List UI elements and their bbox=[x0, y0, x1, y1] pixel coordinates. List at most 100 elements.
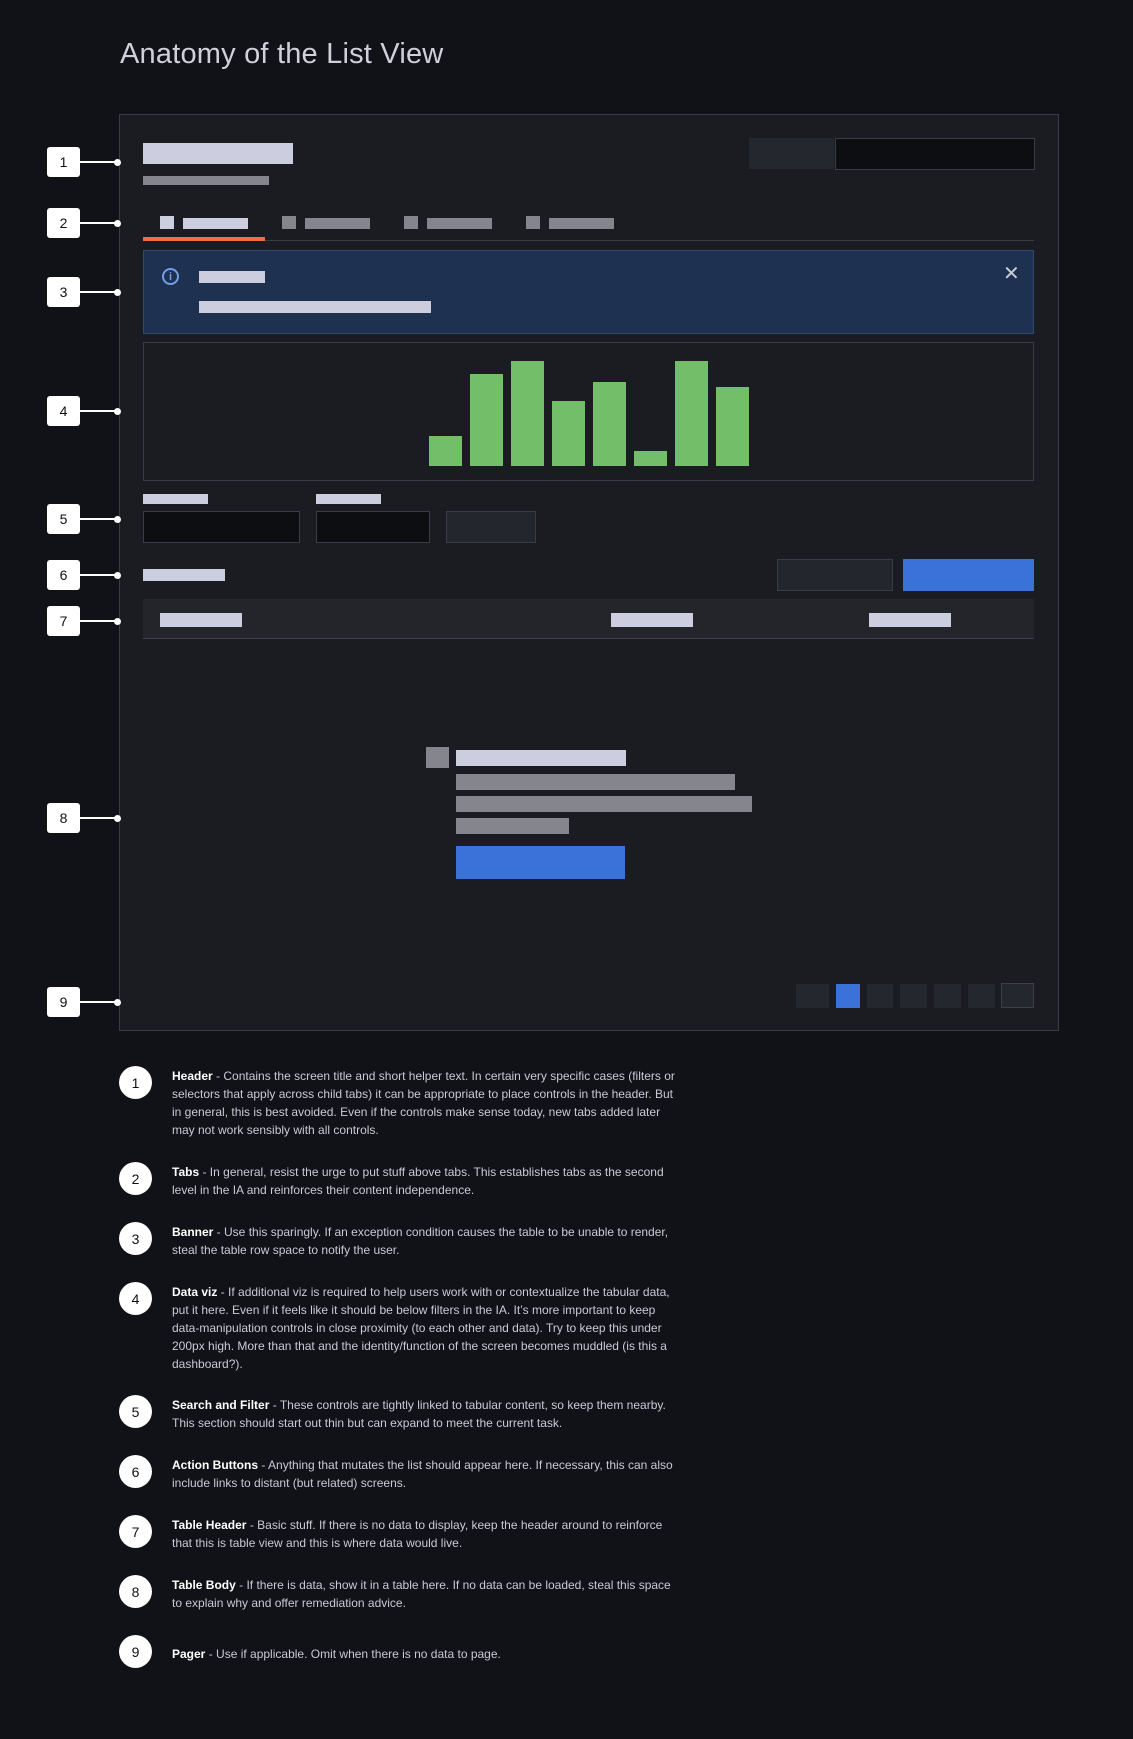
pager-page-4[interactable] bbox=[934, 984, 961, 1008]
pager-page-5[interactable] bbox=[968, 984, 995, 1008]
note-text-6: Action Buttons - Anything that mutates t… bbox=[172, 1456, 682, 1492]
column-header-2-placeholder[interactable] bbox=[611, 613, 693, 627]
marker-7: 7 bbox=[47, 606, 80, 636]
list-count-placeholder bbox=[143, 569, 225, 581]
note-body: If additional viz is required to help us… bbox=[172, 1285, 670, 1371]
info-icon: i bbox=[162, 268, 179, 285]
close-icon[interactable]: ✕ bbox=[1003, 264, 1020, 284]
empty-state-text-line-1 bbox=[456, 774, 735, 790]
note-number-5: 5 bbox=[119, 1395, 152, 1428]
tab-4-icon bbox=[526, 216, 540, 229]
header-control-input[interactable] bbox=[835, 138, 1035, 170]
note-title: Action Buttons bbox=[172, 1458, 258, 1472]
filter-2-input[interactable] bbox=[316, 511, 430, 543]
note-text-5: Search and Filter - These controls are t… bbox=[172, 1396, 682, 1432]
note-text-7: Table Header - Basic stuff. If there is … bbox=[172, 1516, 682, 1552]
tab-1-icon bbox=[160, 216, 174, 229]
note-number-2: 2 bbox=[119, 1162, 152, 1195]
filter-2-label-placeholder bbox=[316, 494, 381, 504]
empty-state-text-line-2 bbox=[456, 796, 752, 812]
column-header-1-placeholder[interactable] bbox=[160, 613, 242, 627]
page-title: Anatomy of the List View bbox=[120, 38, 444, 70]
header-title-placeholder bbox=[143, 143, 293, 164]
tab-4-label-placeholder[interactable] bbox=[549, 218, 614, 229]
note-text-8: Table Body - If there is data, show it i… bbox=[172, 1576, 682, 1612]
secondary-action-button[interactable] bbox=[777, 559, 893, 591]
marker-dot bbox=[114, 572, 121, 579]
header-control-button[interactable] bbox=[749, 138, 834, 169]
marker-connector bbox=[80, 1001, 116, 1003]
tabs-divider bbox=[143, 240, 1034, 241]
filter-button[interactable] bbox=[446, 511, 536, 543]
marker-1: 1 bbox=[47, 147, 80, 177]
marker-connector bbox=[80, 518, 116, 520]
marker-dot bbox=[114, 815, 121, 822]
bar-7 bbox=[675, 361, 708, 466]
note-number-4: 4 bbox=[119, 1282, 152, 1315]
tab-3-label-placeholder[interactable] bbox=[427, 218, 492, 229]
note-body: In general, resist the urge to put stuff… bbox=[172, 1165, 664, 1197]
note-title: Banner bbox=[172, 1225, 214, 1239]
note-separator: - bbox=[269, 1398, 280, 1412]
note-title: Search and Filter bbox=[172, 1398, 270, 1412]
note-title: Tabs bbox=[172, 1165, 200, 1179]
empty-state-text-line-3 bbox=[456, 818, 569, 834]
note-title: Data viz bbox=[172, 1285, 218, 1299]
note-number-8: 8 bbox=[119, 1575, 152, 1608]
note-title: Pager bbox=[172, 1647, 206, 1661]
note-separator: - bbox=[205, 1647, 217, 1661]
marker-dot bbox=[114, 408, 121, 415]
empty-state-icon bbox=[426, 747, 449, 768]
note-body: Use if applicable. Omit when there is no… bbox=[216, 1647, 501, 1661]
marker-connector bbox=[80, 161, 116, 163]
filter-1-label-placeholder bbox=[143, 494, 208, 504]
pager-page-3[interactable] bbox=[900, 984, 927, 1008]
marker-dot bbox=[114, 999, 121, 1006]
note-separator: - bbox=[246, 1518, 258, 1532]
empty-state-title-placeholder bbox=[456, 750, 626, 766]
bar-2 bbox=[470, 374, 503, 466]
tab-2-label-placeholder[interactable] bbox=[305, 218, 370, 229]
note-text-2: Tabs - In general, resist the urge to pu… bbox=[172, 1163, 682, 1199]
marker-6: 6 bbox=[47, 560, 80, 590]
note-text-1: Header - Contains the screen title and s… bbox=[172, 1067, 682, 1139]
note-title: Header bbox=[172, 1069, 213, 1083]
marker-8: 8 bbox=[47, 803, 80, 833]
note-text-3: Banner - Use this sparingly. If an excep… bbox=[172, 1223, 682, 1259]
note-separator: - bbox=[258, 1458, 269, 1472]
empty-state-action-button[interactable] bbox=[456, 846, 625, 879]
note-title: Table Body bbox=[172, 1578, 236, 1592]
note-text-4: Data viz - If additional viz is required… bbox=[172, 1283, 682, 1373]
pager-next-button[interactable] bbox=[1001, 983, 1034, 1008]
bar-8 bbox=[716, 387, 749, 466]
tab-1-label-placeholder[interactable] bbox=[183, 218, 248, 229]
note-title: Table Header bbox=[172, 1518, 247, 1532]
marker-connector bbox=[80, 620, 116, 622]
note-body: Use this sparingly. If an exception cond… bbox=[172, 1225, 669, 1257]
primary-action-button[interactable] bbox=[903, 559, 1034, 591]
tab-1[interactable] bbox=[160, 216, 174, 229]
note-body: If there is data, show it in a table her… bbox=[172, 1578, 671, 1610]
bar-4 bbox=[552, 401, 585, 466]
column-header-3-placeholder[interactable] bbox=[869, 613, 951, 627]
marker-3: 3 bbox=[47, 277, 80, 307]
banner bbox=[143, 250, 1034, 334]
banner-title-placeholder bbox=[199, 271, 265, 283]
bar-3 bbox=[511, 361, 544, 466]
marker-dot bbox=[114, 159, 121, 166]
marker-dot bbox=[114, 516, 121, 523]
note-text-9: Pager - Use if applicable. Omit when the… bbox=[172, 1645, 682, 1663]
pager-page-2[interactable] bbox=[867, 984, 893, 1008]
bar-5 bbox=[593, 382, 626, 466]
active-tab-indicator bbox=[143, 237, 265, 241]
tab-3-icon bbox=[404, 216, 418, 229]
note-separator: - bbox=[213, 1225, 225, 1239]
marker-dot bbox=[114, 289, 121, 296]
pager-prev-button[interactable] bbox=[796, 984, 829, 1008]
filter-1-input[interactable] bbox=[143, 511, 300, 543]
marker-dot bbox=[114, 220, 121, 227]
data-viz-panel bbox=[143, 342, 1034, 481]
marker-4: 4 bbox=[47, 396, 80, 426]
pager-page-1[interactable] bbox=[836, 984, 860, 1008]
marker-connector bbox=[80, 410, 116, 412]
